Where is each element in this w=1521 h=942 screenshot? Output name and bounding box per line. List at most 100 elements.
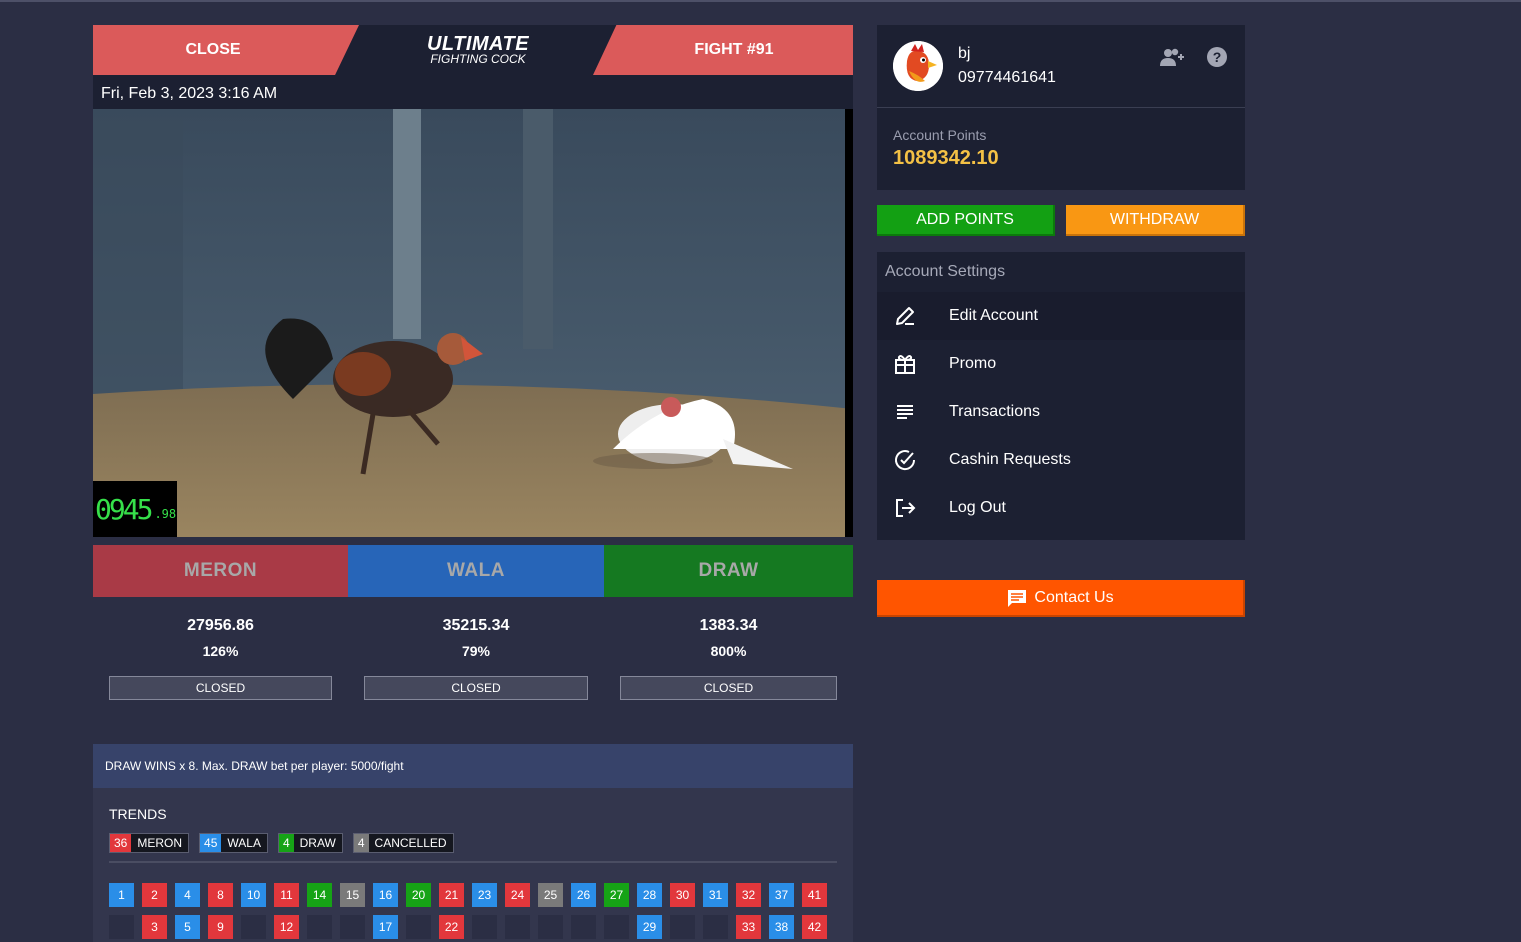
trend-cell: 8 xyxy=(208,883,233,907)
top-border xyxy=(0,0,1521,2)
meron-amount: 27956.86 xyxy=(187,617,254,634)
trend-cell: 11 xyxy=(274,883,299,907)
help-icon[interactable]: ? xyxy=(1207,47,1227,67)
points-value: 1089342.10 xyxy=(893,147,999,169)
wala-payout: 79% xyxy=(461,643,491,659)
trend-cell xyxy=(241,915,266,939)
app-logo: ULTIMATE FIGHTING COCK xyxy=(393,34,563,65)
trend-cell: 31 xyxy=(703,883,728,907)
trend-cell xyxy=(505,915,530,939)
menu-label: Edit Account xyxy=(949,307,1038,324)
contact-us-button[interactable]: Contact Us xyxy=(877,580,1245,617)
timer-main: 0945 xyxy=(95,492,153,526)
live-video[interactable]: 0945 .98 xyxy=(93,109,853,537)
add-points-button[interactable]: ADD POINTS xyxy=(877,205,1055,236)
wala-status-button[interactable]: CLOSED xyxy=(364,676,588,700)
trends-divider xyxy=(109,861,837,863)
trend-cell: 4 xyxy=(175,883,200,907)
trend-cell: 41 xyxy=(802,883,827,907)
trend-cell xyxy=(109,915,134,939)
bet-options: MERON 27956.86 126% CLOSED WALA 35215.34… xyxy=(93,545,853,700)
legend-label: CANCELLED xyxy=(374,836,447,850)
trend-cell: 3 xyxy=(142,915,167,939)
pencil-icon xyxy=(896,307,914,325)
trend-cell: 37 xyxy=(769,883,794,907)
menu-transactions[interactable]: Transactions xyxy=(877,388,1245,436)
trend-cell xyxy=(604,915,629,939)
bet-wala: WALA 35215.34 79% CLOSED xyxy=(348,545,604,700)
wala-header[interactable]: WALA xyxy=(348,545,604,597)
bet-draw: DRAW 1383.34 800% CLOSED xyxy=(604,545,853,700)
trend-grid: 1 2 4 8 10 11 14 15 16 20 21 23 24 25 26 27 28 30 31 32 37 41… xyxy=(109,883,837,942)
draw-amount: 1383.34 xyxy=(699,617,758,634)
menu-log-out[interactable]: Log Out xyxy=(877,484,1245,532)
legend-meron: 36 MERON xyxy=(109,833,190,853)
trend-cell: 2 xyxy=(142,883,167,907)
account-settings-panel: Account Settings Edit Account Promo Tran… xyxy=(877,252,1245,540)
bet-meron: MERON 27956.86 126% CLOSED xyxy=(93,545,348,700)
profile-divider xyxy=(877,107,1245,108)
trend-cell: 17 xyxy=(373,915,398,939)
trend-cell: 20 xyxy=(406,883,431,907)
menu-label: Transactions xyxy=(949,403,1040,420)
points-label: Account Points xyxy=(893,127,987,143)
logout-icon xyxy=(896,499,916,517)
logo-sub-text: FIGHTING COCK xyxy=(430,52,526,66)
fight-number-label: FIGHT #91 xyxy=(694,41,774,58)
legend-cancelled: 4 CANCELLED xyxy=(352,833,454,853)
trend-cell: 21 xyxy=(439,883,464,907)
fight-datetime: Fri, Feb 3, 2023 3:16 AM xyxy=(93,75,853,109)
username: bj xyxy=(958,45,971,62)
trend-cell: 1 xyxy=(109,883,134,907)
menu-promo[interactable]: Promo xyxy=(877,340,1245,388)
trend-cell: 30 xyxy=(670,883,695,907)
settings-title: Account Settings xyxy=(885,263,1006,280)
contact-us-label: Contact Us xyxy=(1034,588,1114,606)
legend-count: 4 xyxy=(278,834,294,852)
legend-count: 36 xyxy=(110,834,132,852)
list-icon xyxy=(897,405,913,419)
video-frame xyxy=(93,109,853,537)
trend-cell: 12 xyxy=(274,915,299,939)
trend-cell: 32 xyxy=(736,883,761,907)
trend-cell xyxy=(670,915,695,939)
wala-amount: 35215.34 xyxy=(442,617,510,634)
meron-payout: 126% xyxy=(202,643,239,659)
trends-title: TRENDS xyxy=(109,806,167,822)
rooster-avatar-icon xyxy=(893,41,943,91)
avatar[interactable] xyxy=(893,41,943,91)
trend-cell: 5 xyxy=(175,915,200,939)
trend-cell: 15 xyxy=(340,883,365,907)
fight-number-badge: FIGHT #91 xyxy=(593,25,853,75)
close-button[interactable]: CLOSE xyxy=(93,25,359,75)
meron-header[interactable]: MERON xyxy=(93,545,348,597)
trend-cell: 24 xyxy=(505,883,530,907)
legend-draw: 4 DRAW xyxy=(277,833,343,853)
fight-header: CLOSE ULTIMATE FIGHTING COCK FIGHT #91 xyxy=(93,25,853,75)
trend-cell: 28 xyxy=(637,883,662,907)
phone-number: 09774461641 xyxy=(958,69,1056,86)
meron-status-button[interactable]: CLOSED xyxy=(109,676,332,700)
fight-panel: CLOSE ULTIMATE FIGHTING COCK FIGHT #91 F… xyxy=(93,25,853,942)
trend-cell: 26 xyxy=(571,883,596,907)
menu-label: Log Out xyxy=(949,499,1006,516)
trend-cell xyxy=(703,915,728,939)
check-circle-icon xyxy=(895,450,916,471)
close-label: CLOSE xyxy=(185,41,241,58)
draw-notice: DRAW WINS x 8. Max. DRAW bet per player:… xyxy=(93,744,853,788)
add-user-icon[interactable] xyxy=(1159,47,1185,67)
chat-icon xyxy=(1008,589,1027,607)
trend-cell xyxy=(472,915,497,939)
menu-cashin-requests[interactable]: Cashin Requests xyxy=(877,436,1245,484)
trend-cell: 14 xyxy=(307,883,332,907)
legend-label: DRAW xyxy=(299,836,336,850)
legend-label: WALA xyxy=(227,836,261,850)
logo-main-text: ULTIMATE xyxy=(426,33,530,55)
legend-count: 45 xyxy=(200,834,222,852)
timer-fraction: .98 xyxy=(154,507,177,521)
draw-header[interactable]: DRAW xyxy=(604,545,853,597)
withdraw-button[interactable]: WITHDRAW xyxy=(1066,205,1245,236)
menu-edit-account[interactable]: Edit Account xyxy=(877,292,1245,340)
legend-label: MERON xyxy=(137,836,183,850)
draw-status-button[interactable]: CLOSED xyxy=(620,676,837,700)
